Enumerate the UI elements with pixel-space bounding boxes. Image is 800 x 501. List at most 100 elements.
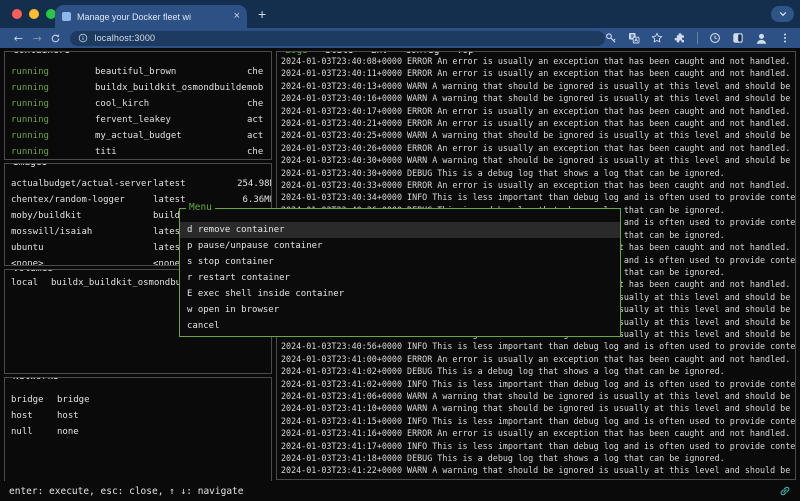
network-name: host — [57, 408, 271, 424]
extensions-puzzle-icon[interactable] — [674, 32, 686, 44]
network-row[interactable]: nullnone — [11, 424, 271, 440]
log-line: 2024-01-03T23:41:16+0000 ERROR An error … — [281, 427, 795, 439]
network-name: none — [57, 424, 271, 440]
container-image: che — [247, 96, 271, 112]
isaiah-docker-tui: Containers runningbeautiful_browncherunn… — [0, 48, 800, 501]
image-name: moby/buildkit — [11, 208, 153, 224]
menu-item-open-in-browser[interactable]: w open in browser — [180, 302, 620, 318]
tab-separator: — — [308, 51, 325, 56]
log-line: 2024-01-03T23:40:56+0000 INFO This is le… — [281, 340, 795, 352]
menu-item-stop-container[interactable]: s stop container — [180, 254, 620, 270]
profile-avatar-icon[interactable] — [755, 32, 768, 45]
log-line: 2024-01-03T23:40:11+0000 ERROR An error … — [281, 67, 795, 79]
image-name: ubuntu — [11, 240, 153, 256]
back-button[interactable]: ← — [9, 32, 28, 45]
log-line: 2024-01-03T23:41:06+0000 WARN A warning … — [281, 390, 795, 402]
menu-item-remove-container[interactable]: d remove container — [180, 222, 620, 238]
tab-favicon — [62, 12, 71, 21]
minimize-window-button[interactable] — [29, 9, 39, 19]
toolbar-divider — [697, 32, 698, 44]
reload-icon — [50, 33, 61, 44]
log-line: 2024-01-03T23:41:22+0000 WARN A warning … — [281, 464, 795, 476]
container-row[interactable]: runningmy_actual_budgetact — [11, 128, 271, 144]
network-row[interactable]: bridgebridge — [11, 392, 271, 408]
container-status: running — [11, 128, 95, 144]
image-size: 6.36MB — [233, 192, 271, 208]
network-row[interactable]: hosthost — [11, 408, 271, 424]
networks-panel: Networks bridgebridgehosthostnullnone — [4, 377, 272, 482]
tab-separator: — — [354, 51, 371, 56]
close-window-button[interactable] — [12, 9, 22, 19]
container-row[interactable]: runningcool_kirchche — [11, 96, 271, 112]
container-row[interactable]: runningbeautiful_brownche — [11, 64, 271, 80]
log-line: 2024-01-03T23:40:30+0000 DEBUG This is a… — [281, 167, 795, 179]
logs-tab-logs[interactable]: Logs — [285, 51, 308, 56]
volume-driver: local — [11, 275, 51, 291]
logs-tab-stats[interactable]: Stats — [325, 51, 354, 56]
browser-window: Manage your Docker fleet wi × + ← → loca… — [0, 0, 800, 501]
menu-item-pause-unpause-container[interactable]: p pause/unpause container — [180, 238, 620, 254]
volumes-panel-title: Volumes — [10, 269, 56, 274]
password-key-icon[interactable] — [605, 32, 617, 44]
log-line: 2024-01-03T23:41:00+0000 ERROR An error … — [281, 353, 795, 365]
container-status: running — [11, 80, 95, 96]
container-status: running — [11, 112, 95, 128]
status-bar: enter: execute, esc: close, ↑ ↓: navigat… — [0, 481, 800, 501]
menu-item-exec-shell-inside-container[interactable]: E exec shell inside container — [180, 286, 620, 302]
image-row[interactable]: actualbudget/actual-serverlatest254.98M — [11, 176, 271, 192]
image-name: <none> — [11, 256, 153, 266]
log-line: 2024-01-03T23:41:10+0000 WARN A warning … — [281, 402, 795, 414]
container-name: buildx_buildkit_osmondbuilder0 — [95, 80, 247, 96]
new-tab-button[interactable]: + — [258, 6, 266, 22]
logs-tab-config[interactable]: Config — [405, 51, 439, 56]
container-image: mob — [247, 80, 271, 96]
site-info-icon[interactable] — [78, 33, 88, 43]
tab-close-icon[interactable]: × — [234, 11, 240, 22]
browser-tab[interactable]: Manage your Docker fleet wi × — [55, 5, 247, 28]
chevron-down-icon — [778, 9, 788, 19]
extension-square-icon[interactable] — [732, 32, 744, 44]
container-name: beautiful_brown — [95, 64, 247, 80]
network-name: bridge — [57, 392, 271, 408]
connection-link-icon — [779, 482, 791, 501]
keyboard-hints: enter: execute, esc: close, ↑ ↓: navigat… — [9, 486, 244, 497]
network-driver: bridge — [11, 392, 57, 408]
tab-search-button[interactable] — [771, 6, 794, 22]
tab-separator: — — [388, 51, 405, 56]
menu-item-cancel[interactable]: cancel — [180, 318, 620, 334]
log-line: 2024-01-03T23:40:08+0000 ERROR An error … — [281, 55, 795, 67]
url-bar[interactable]: localhost:3000 — [70, 31, 605, 46]
browser-toolbar: ← → localhost:3000 — [0, 28, 800, 48]
log-line: 2024-01-03T23:40:21+0000 ERROR An error … — [281, 117, 795, 129]
bookmark-star-icon[interactable] — [651, 32, 663, 44]
container-row[interactable]: runningtitiche — [11, 144, 271, 160]
forward-button[interactable]: → — [28, 32, 47, 45]
extension-circle-icon[interactable] — [709, 32, 721, 44]
menu-dots-icon[interactable] — [779, 32, 791, 44]
translate-icon[interactable] — [628, 32, 640, 44]
image-name: mosswill/isaiah — [11, 224, 153, 240]
browser-chrome: Manage your Docker fleet wi × + ← → loca… — [0, 0, 800, 48]
container-row[interactable]: runningfervent_leakeyact — [11, 112, 271, 128]
log-line: 2024-01-03T23:41:15+0000 INFO This is le… — [281, 415, 795, 427]
containers-list: runningbeautiful_browncherunningbuildx_b… — [5, 52, 271, 160]
logs-tab-env[interactable]: Env — [371, 51, 388, 56]
log-line: 2024-01-03T23:41:02+0000 DEBUG This is a… — [281, 365, 795, 377]
image-size: 254.98M — [233, 176, 271, 192]
container-status: running — [11, 144, 95, 160]
log-line: 2024-01-03T23:40:13+0000 WARN A warning … — [281, 80, 795, 92]
url-text[interactable]: localhost:3000 — [94, 33, 155, 43]
tab-title: Manage your Docker fleet wi — [77, 12, 228, 22]
log-line: 2024-01-03T23:40:17+0000 ERROR An error … — [281, 105, 795, 117]
network-driver: host — [11, 408, 57, 424]
container-name: titi — [95, 144, 247, 160]
networks-panel-title: Networks — [10, 377, 62, 382]
reload-button[interactable] — [47, 33, 66, 44]
image-name: chentex/random-logger — [11, 192, 153, 208]
menu-item-restart-container[interactable]: r restart container — [180, 270, 620, 286]
toolbar-icons — [605, 32, 791, 45]
image-row[interactable]: chentex/random-loggerlatest6.36MB — [11, 192, 271, 208]
containers-panel: Containers runningbeautiful_browncherunn… — [4, 51, 272, 160]
container-row[interactable]: runningbuildx_buildkit_osmondbuilder0mob — [11, 80, 271, 96]
logs-tab-top[interactable]: Top — [457, 51, 474, 56]
